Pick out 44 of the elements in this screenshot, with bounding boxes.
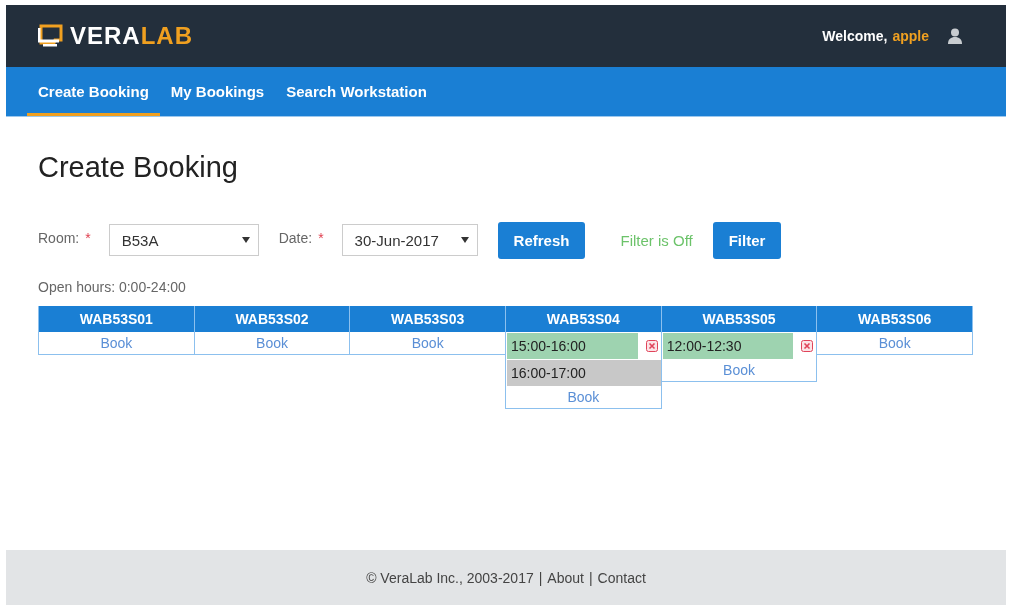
column-header: WAB53S02: [194, 306, 350, 332]
book-link[interactable]: Book: [350, 332, 505, 354]
caret-icon: [460, 237, 469, 243]
copyright-text: © VeraLab Inc., 2003-2017: [366, 569, 534, 586]
book-link[interactable]: Book: [817, 332, 973, 354]
dropdown[interactable]: 30-Jun-2017: [341, 224, 478, 256]
logo-text: VERA: [70, 23, 141, 49]
book-link[interactable]: Book: [194, 332, 350, 354]
required-mark: *: [85, 230, 91, 246]
nav-tab[interactable]: Search Workstation: [275, 70, 438, 116]
field-label: Room:: [38, 230, 80, 246]
refresh-button[interactable]: Refresh: [497, 221, 586, 259]
book-link[interactable]: Book: [506, 386, 661, 408]
open-hours-text: Open hours: 0:00-24:00: [38, 279, 187, 295]
nav-tab[interactable]: Create Booking: [27, 70, 160, 116]
welcome-text: Welcome,: [822, 28, 888, 44]
footer-link[interactable]: About: [547, 569, 584, 586]
user-link[interactable]: apple: [892, 28, 929, 44]
filter-button[interactable]: Filter: [712, 221, 782, 259]
booked-slot: 12:00-12:30: [662, 333, 794, 359]
book-link[interactable]: Book: [661, 359, 817, 381]
footer-link[interactable]: Contact: [597, 569, 646, 586]
logo-text: LAB: [140, 23, 193, 49]
monitor-logo-icon: [38, 23, 64, 49]
page-title: Create Booking: [38, 150, 239, 185]
user-icon: [948, 28, 962, 44]
required-mark: *: [318, 230, 324, 246]
cancel-icon[interactable]: [645, 340, 658, 352]
nav-tab[interactable]: My Bookings: [159, 70, 276, 116]
column-header: WAB53S03: [350, 306, 505, 332]
book-link[interactable]: Book: [39, 332, 194, 354]
field-label: Date:: [278, 230, 313, 246]
dropdown[interactable]: B53A: [108, 224, 259, 256]
filter-status: Filter is Off: [620, 231, 693, 249]
cancel-icon[interactable]: [801, 340, 814, 352]
separator-text: |: [588, 569, 593, 586]
separator-text: |: [538, 569, 543, 586]
column-header: WAB53S04: [506, 306, 661, 332]
column-header: WAB53S06: [817, 306, 973, 332]
occupied-slot: 16:00-17:00: [507, 360, 661, 386]
column-header: WAB53S01: [39, 306, 194, 332]
caret-icon: [241, 237, 250, 243]
column-header: WAB53S05: [661, 306, 817, 332]
booked-slot: 15:00-16:00: [507, 333, 638, 359]
